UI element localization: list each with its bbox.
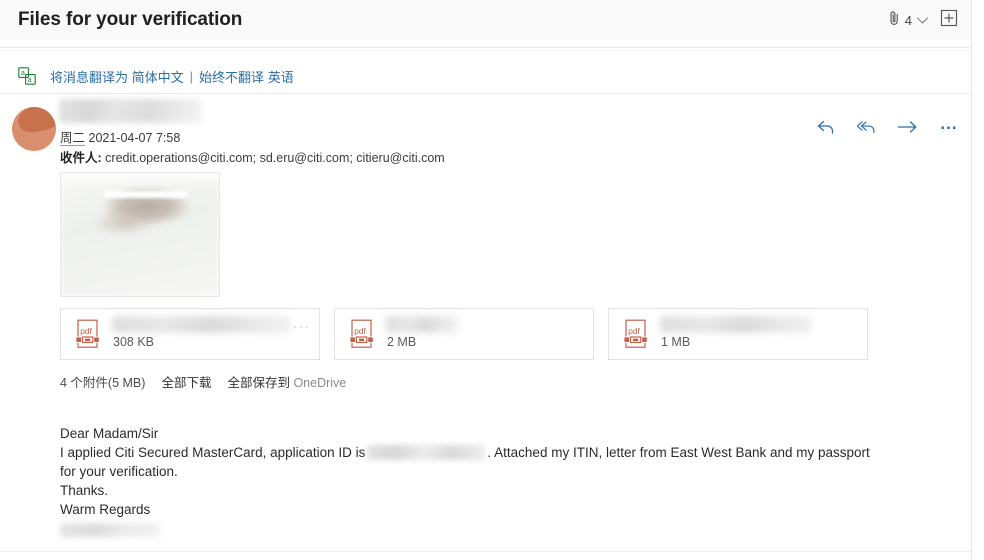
- message-actions: ...: [815, 115, 960, 138]
- svg-text:a: a: [28, 77, 32, 84]
- avatar[interactable]: [12, 107, 56, 151]
- reading-pane-outer-margin: [972, 0, 984, 560]
- subject-header: Files for your verification 4: [0, 0, 972, 40]
- recipients-label: 收件人:: [60, 151, 102, 165]
- reply-icon[interactable]: [815, 116, 837, 138]
- attachment-count-label: 4: [904, 12, 912, 28]
- forward-icon[interactable]: [897, 116, 919, 138]
- chevron-down-icon[interactable]: [916, 13, 929, 28]
- day-of-week: 周二: [60, 131, 86, 146]
- translate-message-link[interactable]: 将消息翻译为 简体中文: [50, 67, 184, 86]
- email-reading-pane: Files for your verification 4 a a 将消息翻译为…: [0, 0, 984, 560]
- body-text-after-redaction: . Attached my ITIN, letter from East Wes…: [487, 445, 870, 460]
- attachment-menu-button[interactable]: ···: [293, 319, 310, 333]
- attachment-list: pdf 308 KB ··· pdf 2 MB pdf 1 MB: [60, 308, 950, 360]
- date-value: 2021-04-07: [88, 131, 153, 145]
- attachment-size: 1 MB: [661, 335, 691, 349]
- translation-bar: a a 将消息翻译为 简体中文 | 始终不翻译 英语: [0, 63, 972, 89]
- page-title: Files for your verification: [18, 9, 243, 30]
- header-actions: 4: [888, 0, 958, 40]
- sender-name: [59, 99, 202, 123]
- attachment-summary: 4 个附件(5 MB) 全部下载 全部保存到 OneDrive: [60, 372, 346, 391]
- attachment-total-label: 4 个附件(5 MB): [60, 376, 146, 390]
- body-line-regards: Warm Regards: [60, 502, 151, 517]
- more-actions-button[interactable]: ...: [938, 115, 960, 138]
- svg-text:pdf: pdf: [80, 326, 92, 336]
- recipients-row: 收件人: credit.operations@citi.com; sd.eru@…: [60, 147, 445, 166]
- paperclip-icon: [888, 11, 901, 29]
- inline-image-preview[interactable]: [60, 172, 220, 297]
- download-all-link[interactable]: 全部下载: [161, 372, 211, 391]
- svg-text:a: a: [21, 70, 25, 77]
- pdf-file-icon: pdf: [349, 319, 375, 349]
- attachment-size: 308 KB: [113, 335, 155, 349]
- attachment-filename: [386, 316, 458, 333]
- signature-name: [60, 523, 160, 537]
- svg-text:pdf: pdf: [628, 326, 640, 336]
- time-value: 7:58: [155, 131, 181, 145]
- bottom-divider: [0, 551, 972, 552]
- attachment-meta: 1 MB: [660, 309, 867, 359]
- never-translate-link[interactable]: 始终不翻译 英语: [199, 67, 294, 86]
- body-line-greeting: Dear Madam/Sir: [60, 426, 159, 441]
- attachment-card[interactable]: pdf 2 MB: [334, 308, 594, 360]
- attachment-card[interactable]: pdf 308 KB ···: [60, 308, 320, 360]
- header-divider-secondary: [0, 50, 972, 51]
- translation-bar-divider: [0, 93, 972, 94]
- redacted-application-id: [367, 445, 486, 460]
- inline-image-highlight: [105, 191, 188, 199]
- open-in-new-window-icon[interactable]: [940, 9, 958, 32]
- attachment-size: 2 MB: [387, 335, 417, 349]
- header-divider: [0, 47, 972, 48]
- message-body: Dear Madam/Sir I applied Citi Secured Ma…: [60, 424, 940, 519]
- body-line-thanks: Thanks.: [60, 483, 109, 498]
- attachment-meta: 308 KB: [112, 309, 319, 359]
- link-separator: |: [189, 68, 194, 84]
- attachment-filename: [112, 316, 290, 333]
- pdf-file-icon: pdf: [75, 319, 101, 349]
- attachment-meta: 2 MB: [386, 309, 593, 359]
- svg-text:pdf: pdf: [354, 326, 366, 336]
- body-line-application: I applied Citi Secured MasterCard, appli…: [60, 443, 940, 462]
- body-line-verification: for your verification.: [60, 464, 178, 479]
- save-all-to-onedrive-link[interactable]: 全部保存到 OneDrive: [227, 372, 346, 391]
- message-date: 周二 2021-04-07 7:58: [60, 127, 180, 146]
- attachment-card[interactable]: pdf 1 MB: [608, 308, 868, 360]
- body-text-before-redaction: I applied Citi Secured MasterCard, appli…: [60, 445, 366, 460]
- attachment-count-control[interactable]: 4: [888, 11, 929, 29]
- translation-links: 将消息翻译为 简体中文 | 始终不翻译 英语: [50, 67, 294, 86]
- pdf-file-icon: pdf: [623, 319, 649, 349]
- translate-icon: a a: [18, 67, 36, 85]
- reply-all-icon[interactable]: [856, 116, 878, 138]
- attachment-filename: [660, 316, 812, 333]
- recipients-value: credit.operations@citi.com; sd.eru@citi.…: [105, 151, 445, 165]
